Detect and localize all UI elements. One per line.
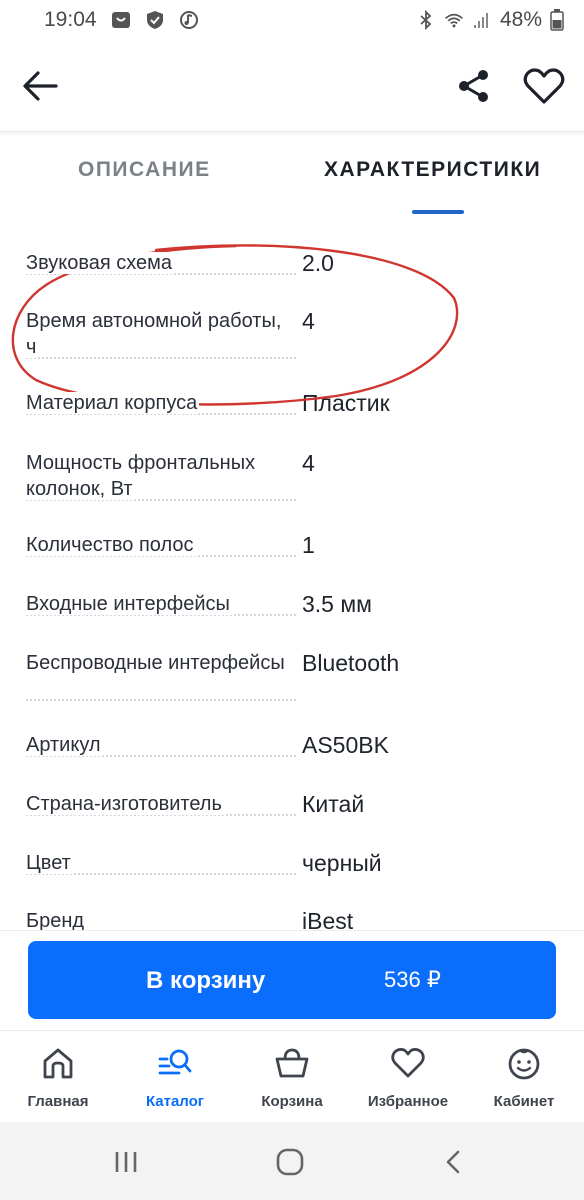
spec-name: Беспроводные интерфейсы [26,652,287,674]
home-system-button[interactable] [270,1144,310,1180]
spec-value: 1 [302,532,315,558]
wifi-icon [445,13,463,28]
battery-icon [550,9,564,31]
spec-name: Количество полос [26,534,196,556]
shield-icon [146,11,163,29]
status-bar: 19:04 48% [0,0,584,40]
nav-favorites-label: Избранное [367,1093,449,1110]
bluetooth-icon [420,10,432,30]
app-header [0,40,584,132]
nav-home[interactable]: Главная [0,1031,116,1123]
signal-icon [473,13,488,28]
spec-value: 3.5 мм [302,591,372,617]
chevron-left-icon [446,1150,460,1174]
nav-catalog[interactable]: Каталог [117,1031,233,1123]
tab-specifications[interactable]: ХАРАКТЕРИСТИКИ [324,158,541,182]
nav-account-label: Кабинет [493,1093,555,1110]
status-time: 19:04 [44,8,97,31]
spec-value: 4 [302,450,315,476]
cart-bar: В корзину 536 ₽ [0,930,584,1030]
spec-name: Цвет [26,852,73,874]
spec-name: Звуковая схема [26,252,175,274]
spec-name: Входные интерфейсы [26,593,232,615]
add-to-cart-label: В корзину [146,967,266,994]
home-icon [43,1048,73,1079]
add-to-cart-button[interactable]: В корзину 536 ₽ [28,941,556,1019]
spec-name: Страна-изготовитель [26,793,224,815]
heart-icon [523,68,565,104]
spec-value: iBest [302,908,354,930]
nav-home-label: Главная [27,1093,89,1110]
app-notification-icon [111,12,130,28]
spec-name: Мощность фронтальных колонок, Вт [26,452,256,500]
nav-cart-label: Корзина [261,1093,323,1110]
back-button[interactable] [16,62,64,110]
battery-percent: 48% [499,8,542,31]
recent-apps-icon [115,1152,137,1172]
nav-cart[interactable]: Корзина [234,1031,350,1123]
smile-face-icon [508,1048,540,1080]
spec-value: Китай [302,791,365,817]
spec-value: черный [302,850,382,876]
share-icon [459,70,488,102]
spec-value: AS50BK [302,732,389,758]
recent-apps-button[interactable] [106,1144,146,1180]
music-sync-icon [179,11,198,29]
tab-description[interactable]: ОПИСАНИЕ [78,158,211,182]
back-system-button[interactable] [434,1144,474,1180]
spec-name: Бренд [26,910,87,930]
spec-name: Артикул [26,734,103,756]
home-circle-icon [276,1148,304,1176]
favorite-button[interactable] [520,62,568,110]
nav-catalog-label: Каталог [145,1093,205,1110]
price: 536 ₽ [384,967,441,992]
spec-value: Bluetooth [302,650,400,676]
bottom-navigation: Главная Каталог Корзина Избранное Кабине… [0,1030,584,1122]
spec-name: Материал корпуса [26,392,200,414]
nav-account[interactable]: Кабинет [466,1031,582,1123]
catalog-search-icon [158,1049,192,1075]
heart-icon [391,1048,425,1078]
basket-icon [275,1048,309,1078]
share-button[interactable] [450,62,498,110]
nav-favorites[interactable]: Избранное [350,1031,466,1123]
arrow-left-icon [23,71,58,101]
tab-bar: ОПИСАНИЕ ХАРАКТЕРИСТИКИ [0,132,584,214]
system-navigation-bar [0,1122,584,1200]
